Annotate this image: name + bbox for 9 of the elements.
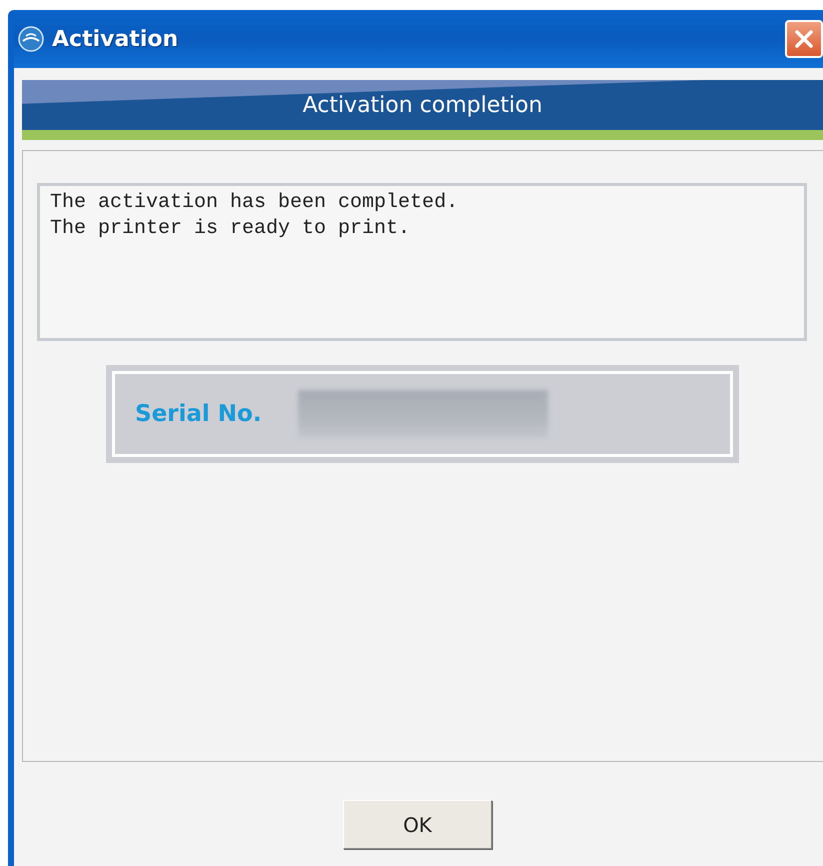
- header-title: Activation completion: [302, 92, 542, 118]
- serial-label: Serial No.: [135, 401, 262, 427]
- message-text: The printer is ready to print.: [50, 216, 412, 242]
- globe-icon: [18, 26, 44, 52]
- window-title: Activation: [52, 26, 178, 52]
- ok-button[interactable]: OK: [343, 800, 492, 849]
- message-text: The activation has been completed.: [50, 190, 460, 216]
- close-button[interactable]: [785, 20, 823, 58]
- close-icon: [793, 28, 815, 50]
